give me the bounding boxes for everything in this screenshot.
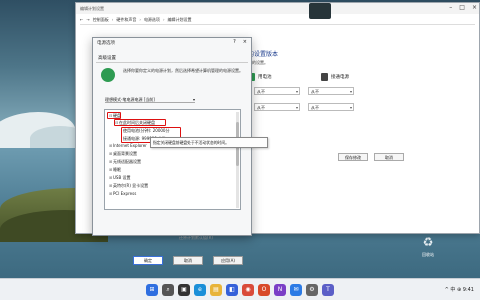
- dialog-title: 电源选项: [97, 41, 115, 46]
- tree-item-usb[interactable]: ⊞USB 设置: [109, 175, 130, 181]
- breadcrumb-item[interactable]: 控制面板: [93, 17, 109, 23]
- breadcrumb-item[interactable]: 电源选项: [144, 17, 160, 23]
- apply-button[interactable]: 应用(A): [213, 256, 243, 265]
- page-heading: 的设置版本: [248, 51, 279, 58]
- save-button[interactable]: 保存修改: [338, 153, 368, 161]
- column-plugged: 接通电源: [321, 73, 349, 81]
- plugged-select-1[interactable]: 从不: [308, 87, 354, 95]
- back-icon[interactable]: ←: [80, 17, 83, 22]
- onenote-icon[interactable]: N: [274, 283, 286, 296]
- plug-icon: [321, 73, 328, 81]
- start-icon[interactable]: ⊞: [146, 283, 158, 296]
- power-plan-icon: [101, 68, 115, 82]
- plugged-select-2[interactable]: 从不: [308, 103, 354, 111]
- tree-item-graphics[interactable]: ⊞英特尔(R) 显卡设置: [109, 183, 148, 189]
- settings-tree[interactable]: ⊟硬盘 ⊟在此时间后关闭硬盘 使用电池(分钟): 20000分 接通电源: 99…: [104, 109, 241, 210]
- tree-item-desktop-bg[interactable]: ⊞桌面背景设置: [109, 151, 137, 157]
- chrome-icon[interactable]: ◉: [242, 283, 254, 296]
- highlight-box: [107, 112, 121, 119]
- breadcrumb-item[interactable]: 编辑计划设置: [168, 17, 192, 23]
- settings-icon[interactable]: ⚙: [306, 283, 318, 296]
- recycle-bin-icon[interactable]: ♻: [420, 234, 436, 250]
- dialog-controls: ? ×: [233, 39, 247, 45]
- help-icon[interactable]: ?: [233, 39, 236, 45]
- breadcrumb-item[interactable]: 硬件和声音: [116, 17, 136, 23]
- teams-icon[interactable]: T: [322, 283, 334, 296]
- restore-defaults-button[interactable]: 还原计划默认值(R): [159, 235, 233, 242]
- dialog-description: 选择你要你定义的电源计划，然后选择希望计算机管理的电源设置。: [123, 68, 243, 73]
- explorer-icon[interactable]: ▤: [210, 283, 222, 296]
- tree-item-sleep[interactable]: ⊞睡眠: [109, 167, 121, 173]
- plan-dropdown[interactable]: 理想模式-笔电源电源 [当前]: [105, 96, 195, 103]
- overlay-widget: [309, 3, 331, 19]
- tab-advanced[interactable]: 高级设置: [98, 55, 116, 61]
- tab-divider: [96, 62, 248, 63]
- cancel-button[interactable]: 取消: [374, 153, 404, 161]
- tooltip: 指定关闭硬盘前硬盘处于不活动状态的时间。: [150, 137, 268, 148]
- maximize-icon[interactable]: □: [459, 4, 465, 11]
- taskbar: ⊞ ⌕ ▣ e ▤ ◧ ◉ O N ✉ ⚙ T: [0, 278, 480, 300]
- tree-item-pci[interactable]: ⊞PCI Express: [109, 191, 136, 196]
- system-tray[interactable]: ^ 中 ⊕ 9:41: [445, 286, 474, 293]
- window-controls: – □ ×: [449, 4, 477, 11]
- battery-select-1[interactable]: 从不: [254, 87, 300, 95]
- close-icon[interactable]: ×: [243, 39, 247, 45]
- cancel-button[interactable]: 取消: [173, 256, 203, 265]
- edge-icon[interactable]: e: [194, 283, 206, 296]
- forward-icon[interactable]: →: [86, 17, 89, 22]
- minimize-icon[interactable]: –: [449, 4, 452, 11]
- mail-icon[interactable]: ✉: [290, 283, 302, 296]
- recycle-bin-label: 回收站: [422, 252, 434, 257]
- window-title: 编辑计划设置: [76, 3, 479, 14]
- store-icon[interactable]: ◧: [226, 283, 238, 296]
- ok-button[interactable]: 确定: [133, 256, 163, 265]
- taskview-icon[interactable]: ▣: [178, 283, 190, 296]
- highlight-box: [114, 119, 166, 126]
- tree-item-ie[interactable]: ⊞Internet Explorer: [109, 143, 147, 148]
- tree-item-wireless[interactable]: ⊞无线适配器设置: [109, 159, 141, 165]
- search-icon[interactable]: ⌕: [162, 283, 174, 296]
- battery-select-2[interactable]: 从不: [254, 103, 300, 111]
- close-icon[interactable]: ×: [472, 4, 477, 11]
- breadcrumb: ← → 控制面板 › 硬件和声音 › 电源选项 › 编辑计划设置: [80, 15, 475, 25]
- office-icon[interactable]: O: [258, 283, 270, 296]
